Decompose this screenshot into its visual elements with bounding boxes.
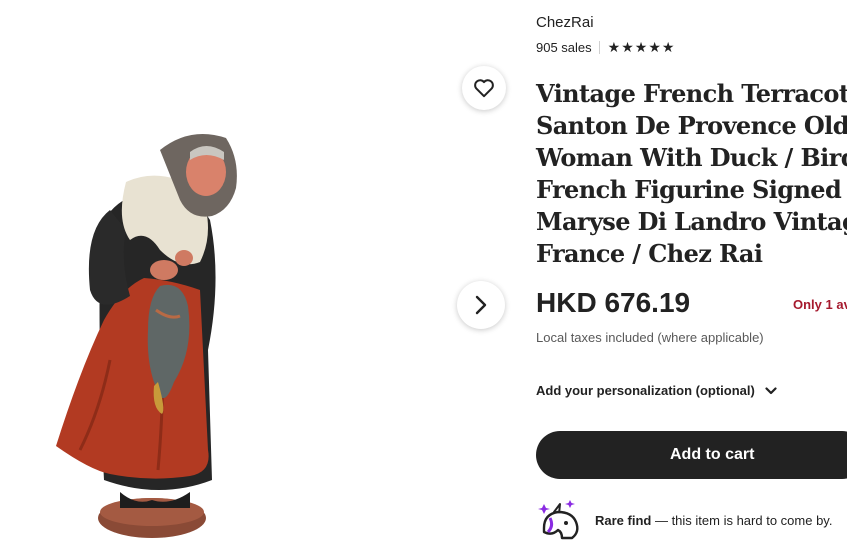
chevron-down-icon xyxy=(765,386,777,394)
add-to-cart-label: Add to cart xyxy=(670,446,755,463)
shop-stats: 905 sales ★ ★ ★ ★ ★ xyxy=(536,40,674,55)
rare-find-description: — this item is hard to come by. xyxy=(651,512,833,528)
heart-icon xyxy=(474,79,494,98)
unicorn-icon xyxy=(538,500,579,540)
taxes-note: Local taxes included (where applicable) xyxy=(536,330,764,345)
star-icon: ★ xyxy=(661,39,675,56)
listing-title: Vintage French Terracotta Santon De Prov… xyxy=(536,78,847,270)
add-to-cart-button[interactable]: Add to cart xyxy=(536,431,847,479)
personalization-label: Add your personalization (optional) xyxy=(536,383,755,398)
favorite-button[interactable] xyxy=(462,66,506,110)
title-line: France / Chez Rai xyxy=(536,239,763,268)
title-line: Santon De Provence Old xyxy=(536,111,847,140)
rare-find-text: Rare find — this item is hard to come by… xyxy=(595,513,832,528)
star-icon: ★ xyxy=(621,39,634,56)
price: HKD 676.19 xyxy=(536,287,691,318)
sales-count: 905 sales xyxy=(536,40,592,55)
stock-warning: Only 1 av xyxy=(793,297,847,312)
next-image-button[interactable] xyxy=(457,281,505,329)
personalization-toggle[interactable]: Add your personalization (optional) xyxy=(536,383,777,398)
title-line: Vintage French Terracotta xyxy=(536,79,847,108)
chevron-right-icon xyxy=(475,295,487,315)
title-line: Woman With Duck / Bird xyxy=(536,143,847,172)
listing-photo-figurine xyxy=(56,134,237,538)
shop-name-link[interactable]: ChezRai xyxy=(536,14,594,31)
rare-find-notice: Rare find — this item is hard to come by… xyxy=(536,498,832,542)
listing-info-panel: ChezRai 905 sales ★ ★ ★ ★ ★ Vintage Fren… xyxy=(536,0,847,544)
star-icon: ★ xyxy=(648,39,661,56)
title-line: Maryse Di Landro Vintage xyxy=(536,207,847,236)
star-icon: ★ xyxy=(634,39,648,56)
title-line: French Figurine Signed By xyxy=(536,175,847,204)
rating-stars[interactable]: ★ ★ ★ ★ ★ xyxy=(608,41,675,55)
rare-find-title: Rare find xyxy=(595,512,652,528)
star-icon: ★ xyxy=(607,39,621,56)
listing-image-pane xyxy=(0,0,520,544)
divider xyxy=(598,41,600,54)
